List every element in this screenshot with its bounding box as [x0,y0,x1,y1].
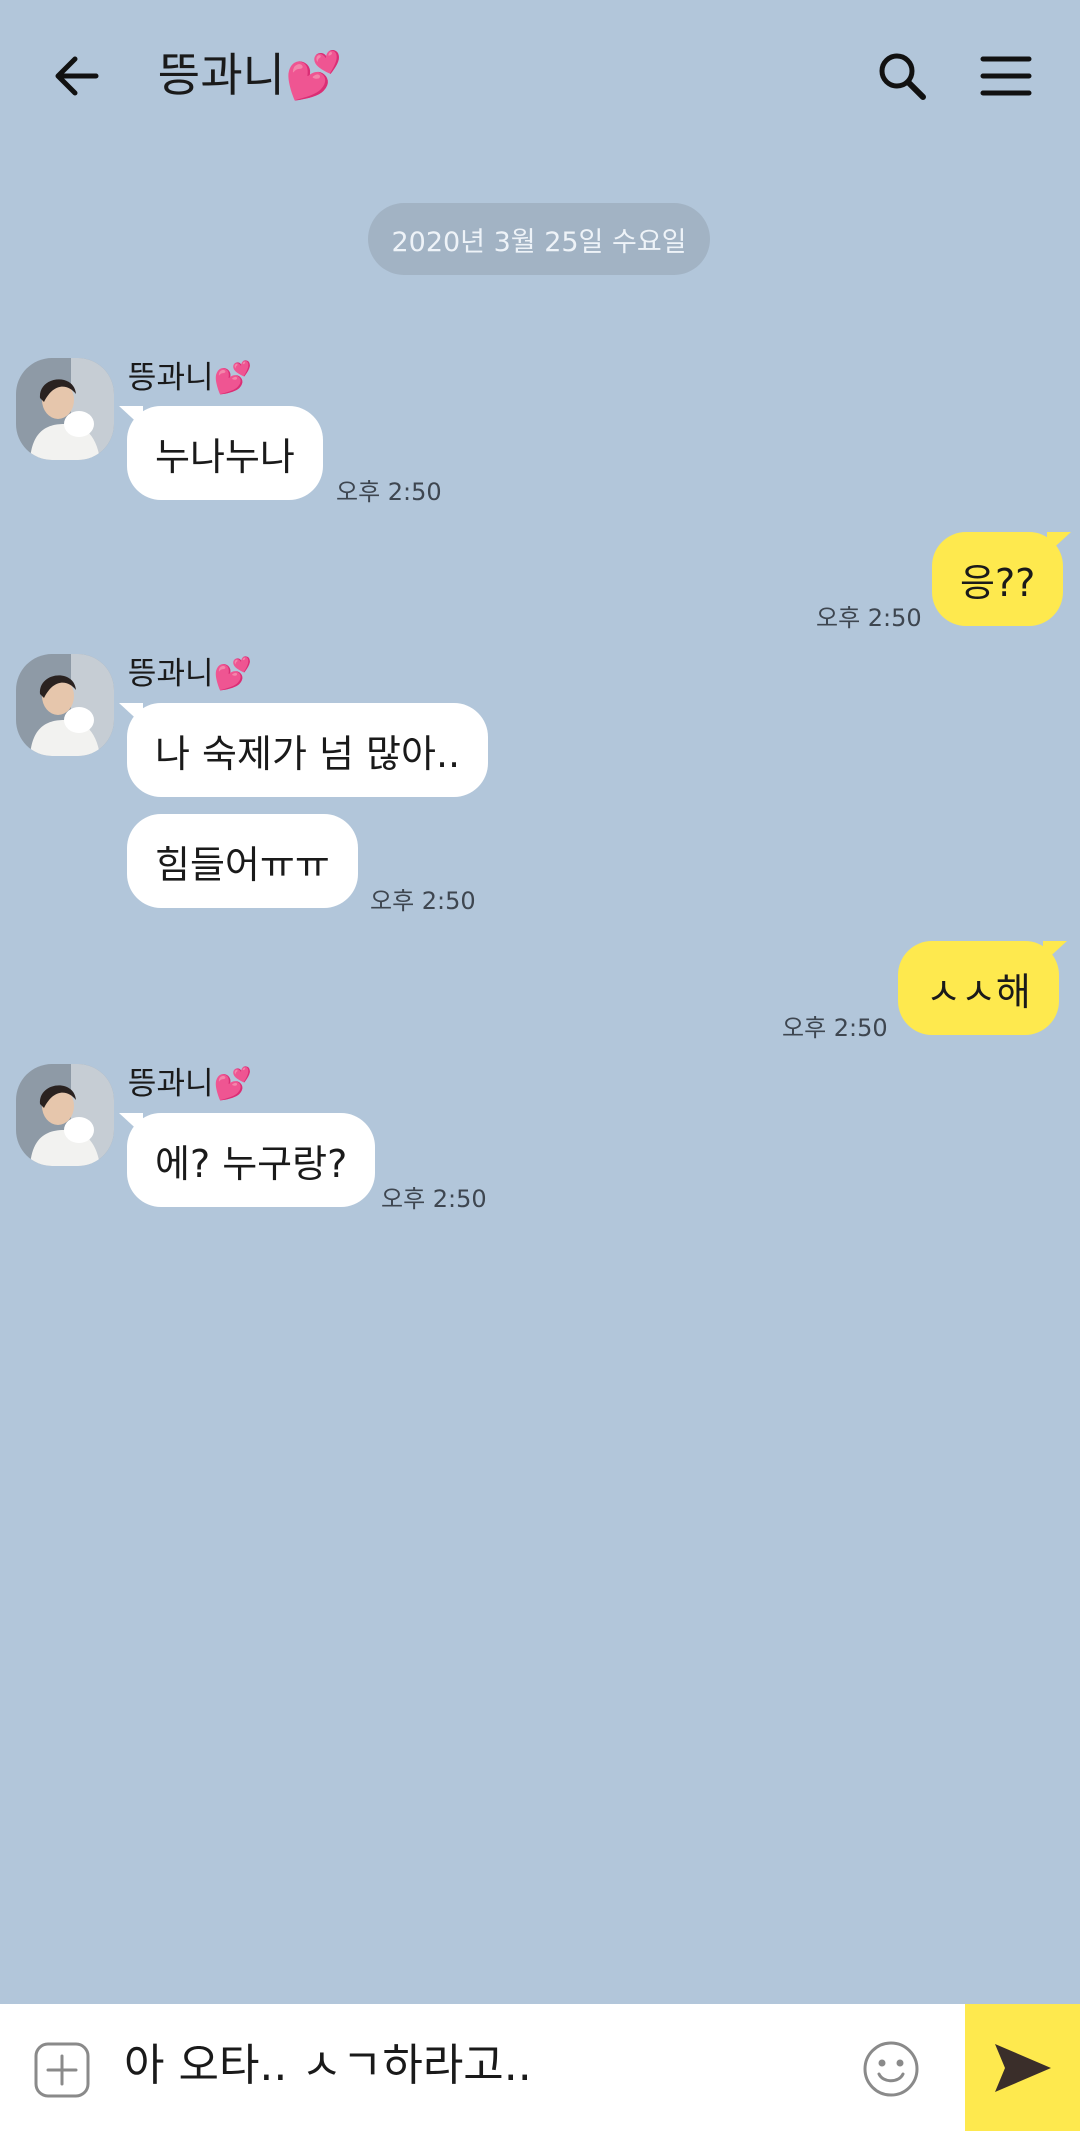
avatar[interactable] [16,1064,114,1166]
search-icon [879,53,926,100]
smiley-icon [863,2041,919,2097]
search-button[interactable] [866,40,938,112]
message-time: 오후 2:50 [782,1014,888,1042]
profile-photo [16,654,114,756]
bubble-tail [1042,941,1067,963]
message-time: 오후 2:50 [370,887,476,915]
message-time: 오후 2:50 [381,1185,487,1213]
message-bubble-incoming[interactable]: 누나누나 [119,406,323,500]
message-bubble-incoming[interactable]: 나 숙제가 넘 많아.. [119,703,489,797]
message-time: 오후 2:50 [336,478,442,506]
message-text: 나 숙제가 넘 많아.. [155,731,461,776]
sender-name: 뜽과니💕 [128,656,253,692]
date-divider: 2020년 3월 25일 수요일 [368,203,710,275]
attach-button[interactable] [34,2042,90,2098]
profile-photo [16,358,114,460]
message-text: ㅅㅅ해 [926,969,1031,1014]
avatar[interactable] [16,358,114,460]
menu-button[interactable] [970,40,1042,112]
bubble-tail [1047,532,1072,554]
chat-header: 뜽과니💕 [0,0,1080,150]
sender-name: 뜽과니💕 [128,360,253,396]
message-bubble-outgoing[interactable]: ㅅㅅ해 [898,941,1067,1035]
hamburger-menu-icon [980,56,1032,96]
message-input-bar: 아 오타.. ㅅㄱ하라고.. [0,2004,965,2131]
profile-photo [16,1064,114,1166]
message-bubble-incoming[interactable]: 에? 누구랑? [119,1113,376,1207]
sender-name: 뜽과니💕 [128,1066,253,1102]
message-time: 오후 2:50 [816,604,922,632]
send-icon [994,2043,1051,2092]
bubble-tail [119,406,143,428]
emoji-button[interactable] [862,2040,920,2098]
message-bubble-outgoing[interactable]: 응?? [932,532,1072,626]
message-text: 에? 누구랑? [155,1141,348,1186]
back-button[interactable] [40,40,112,112]
message-bubble-incoming[interactable]: 힘들어ㅠㅠ [127,814,358,908]
message-text: 누나누나 [155,434,295,479]
avatar[interactable] [16,654,114,756]
send-button[interactable] [965,2004,1080,2131]
arrow-left-icon [55,56,99,96]
message-text: 응?? [960,560,1036,605]
chat-title: 뜽과니💕 [158,48,343,102]
bubble-tail [119,1113,143,1135]
bubble-tail [119,703,143,725]
message-input[interactable]: 아 오타.. ㅅㄱ하라고.. [124,2036,532,2096]
message-text: 힘들어ㅠㅠ [155,842,330,887]
plus-icon [34,2042,90,2098]
